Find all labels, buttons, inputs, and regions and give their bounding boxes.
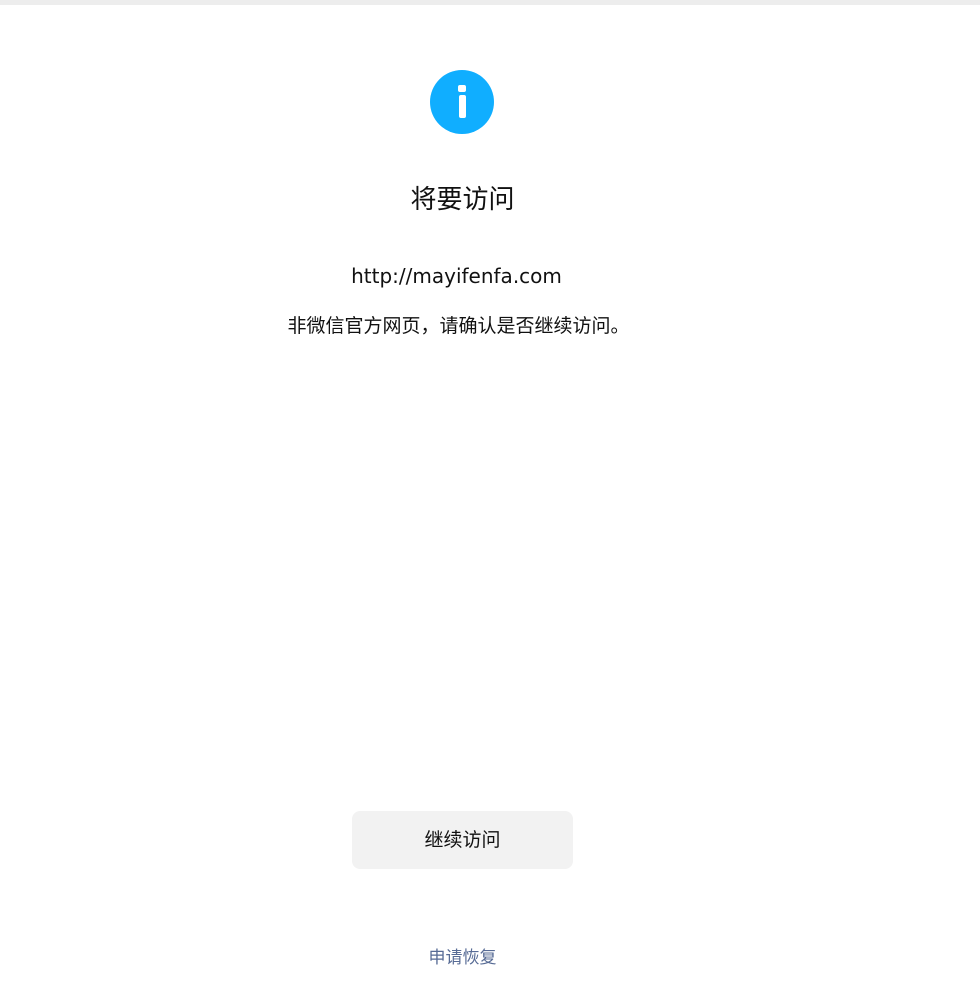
top-divider xyxy=(0,0,980,5)
info-icon xyxy=(430,70,494,134)
page-title: 将要访问 xyxy=(410,185,515,215)
target-url: http://mayifenfa.com xyxy=(351,264,562,288)
apply-restore-link[interactable]: 申请恢复 xyxy=(0,945,925,971)
warning-message: 非微信官方网页，请确认是否继续访问。 xyxy=(287,315,630,337)
info-icon-bar xyxy=(458,95,466,118)
info-icon-dot xyxy=(458,85,466,92)
continue-button[interactable]: 继续访问 xyxy=(352,811,573,869)
